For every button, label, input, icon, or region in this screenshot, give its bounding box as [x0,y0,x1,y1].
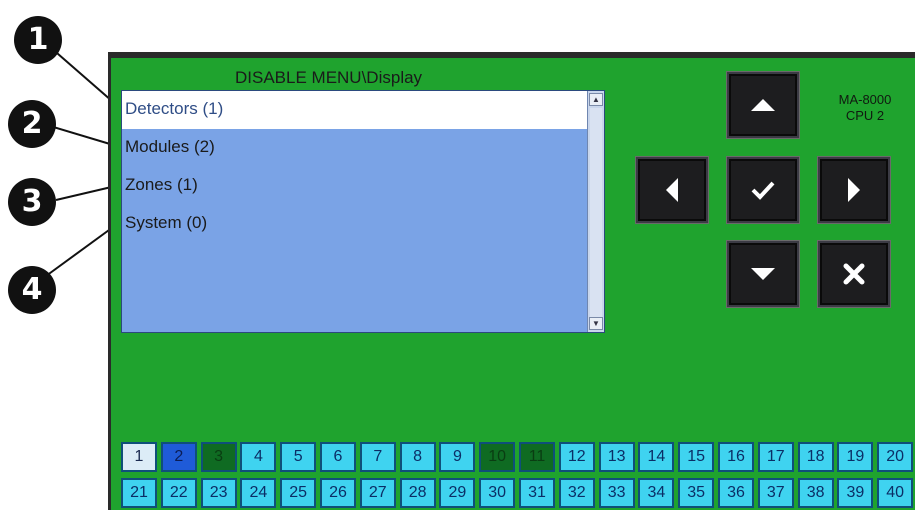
zone-button-11[interactable]: 11 [519,442,555,472]
zone-button-22[interactable]: 22 [160,478,197,508]
menu-item-zones[interactable]: Zones (1) [122,167,589,205]
zone-button-12[interactable]: 12 [558,442,595,472]
menu-title: DISABLE MENU\Display [235,68,423,87]
zone-button-27[interactable]: 27 [359,478,396,508]
callout-4: 4 [8,266,56,314]
right-arrow-button[interactable] [818,157,890,223]
zone-button-2[interactable]: 2 [160,442,197,472]
zone-button-30[interactable]: 30 [479,478,516,508]
x-mark-icon [843,263,865,285]
callout-3: 3 [8,178,56,226]
menu-item-system[interactable]: System (0) [122,205,589,243]
triangle-down-icon [751,268,775,280]
zone-button-24[interactable]: 24 [240,478,277,508]
up-arrow-button[interactable] [727,72,799,138]
checkmark-icon [751,181,775,200]
zone-button-36[interactable]: 36 [718,478,754,508]
zone-button-37[interactable]: 37 [757,478,794,508]
zone-button-18[interactable]: 18 [797,442,834,472]
menu-item-detectors[interactable]: Detectors (1) [122,91,589,129]
zone-button-29[interactable]: 29 [439,478,476,508]
zone-button-25[interactable]: 25 [280,478,317,508]
device-model: MA-8000 [838,92,892,107]
zone-button-38[interactable]: 38 [797,478,834,508]
listbox-scrollbar[interactable]: ▲ ▼ [587,91,604,332]
triangle-up-icon [751,99,775,111]
menu-item-modules[interactable]: Modules (2) [122,129,589,167]
cancel-button[interactable] [818,241,890,307]
zone-button-19[interactable]: 19 [837,442,874,472]
zone-button-10[interactable]: 10 [479,442,516,472]
zone-button-31[interactable]: 31 [519,478,555,508]
zone-button-17[interactable]: 17 [757,442,794,472]
zone-button-4[interactable]: 4 [240,442,277,472]
zone-button-20[interactable]: 20 [877,442,914,472]
zone-button-33[interactable]: 33 [598,478,635,508]
zone-button-1[interactable]: 1 [121,442,157,472]
zone-button-16[interactable]: 16 [718,442,754,472]
zone-button-23[interactable]: 23 [200,478,237,508]
zone-button-35[interactable]: 35 [678,478,715,508]
zone-grid: 1 2 3 4 5 6 7 8 9 10 11 12 13 14 15 16 17 18 19 20 21 22 23 24 2… [121,442,915,510]
zone-button-14[interactable]: 14 [638,442,675,472]
zone-button-39[interactable]: 39 [837,478,874,508]
triangle-right-icon [848,178,860,202]
zone-button-6[interactable]: 6 [320,442,356,472]
scroll-down-icon[interactable]: ▼ [589,317,603,330]
zone-button-40[interactable]: 40 [877,478,914,508]
device-cpu: CPU 2 [845,108,885,123]
zone-button-8[interactable]: 8 [399,442,436,472]
zone-button-9[interactable]: 9 [439,442,476,472]
device-label: MA-8000 CPU 2 [815,92,915,124]
zone-button-13[interactable]: 13 [598,442,635,472]
left-arrow-button[interactable] [636,157,708,223]
zone-button-3[interactable]: 3 [200,442,237,472]
zone-button-34[interactable]: 34 [638,478,675,508]
scrollbar-thumb[interactable] [590,108,602,326]
device-screen: DISABLE MENU\Display MA-8000 CPU 2 Detec… [108,52,915,510]
menu-listbox[interactable]: Detectors (1) Modules (2) Zones (1) Syst… [121,90,605,333]
zone-button-15[interactable]: 15 [678,442,715,472]
zone-button-26[interactable]: 26 [320,478,356,508]
triangle-left-icon [666,178,678,202]
zone-button-5[interactable]: 5 [280,442,317,472]
callout-2: 2 [8,100,56,148]
zone-button-7[interactable]: 7 [359,442,396,472]
scroll-up-icon[interactable]: ▲ [589,93,603,106]
zone-button-32[interactable]: 32 [558,478,595,508]
down-arrow-button[interactable] [727,241,799,307]
zone-button-28[interactable]: 28 [399,478,436,508]
confirm-button[interactable] [727,157,799,223]
zone-button-21[interactable]: 21 [121,478,157,508]
callout-1: 1 [14,16,62,64]
